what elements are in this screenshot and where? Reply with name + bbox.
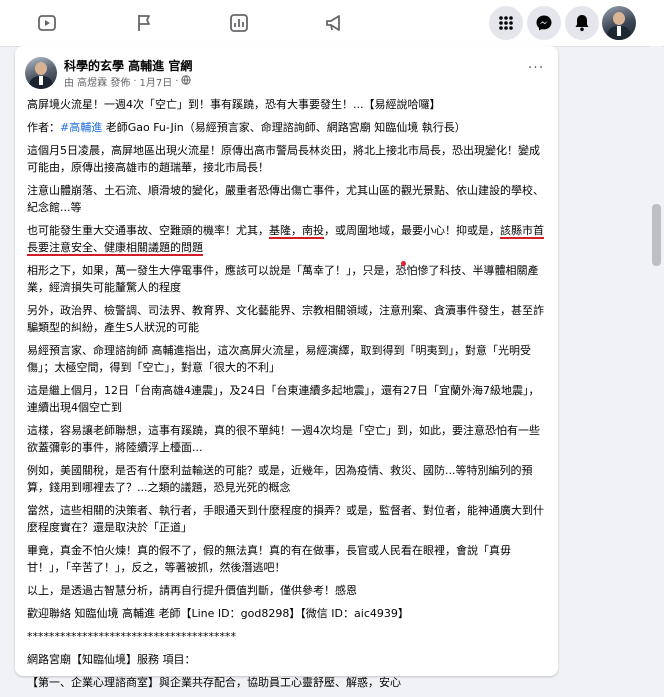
post-paragraph: 這是繼上個月，12日「台南高雄4連震」，及24日「台東連續多起地震」，還有27日… [27,384,540,414]
post-services-item: 【第一、企業心理諮商室】與企業共存配合，協助員工心靈舒壓、解惑，安心 [27,676,401,689]
post-paragraph: 注意山體崩落、土石流、順滑坡的變化，嚴重者恐傳出傷亡事件，尤其山區的觀光景點、依… [27,184,544,214]
red-dot-mark [401,261,406,266]
post-card: 科學的玄學 高輔進 官網 由 高煜霖 發佈 · 1月7日 · ··· 高屏境火流… [15,46,558,689]
post-contact: 歡迎聯絡 知臨仙境 高輔進 老師【Line ID：god8298】【微信 ID：… [27,607,409,620]
flag-icon[interactable] [133,12,155,34]
post-paragraph: 易經預言家、命理諮詢師 高輔進指出，這次高屏火流星，易經演繹，取到得到「明夷到」… [27,344,531,374]
more-options-button[interactable]: ··· [523,58,549,78]
page-avatar[interactable] [25,57,57,89]
bell-icon[interactable] [565,6,599,40]
messenger-icon[interactable] [527,6,561,40]
meta-separator: · [133,76,137,87]
post-body: 高屏境火流星！一週4次「空亡」到！事有蹊蹺，恐有大事要發生！...【易經說哈囉】… [27,96,547,697]
post-paragraph: 相形之下，如果，萬一發生大停電事件，應該可以說是「萬幸了！」，只是，恐怕慘了科技… [27,264,539,294]
underlined-cities: 基隆，南投 [269,224,324,239]
profile-avatar[interactable] [602,6,636,40]
globe-icon [181,75,192,88]
post-paragraph: 另外，政治界、檢警調、司法界、教育界、文化藝能界、宗教相關領域，注意刑案、貪瀆事… [27,304,544,334]
author-line-prefix: 作者： [27,121,60,134]
menu-grid-icon[interactable] [489,6,523,40]
hashtag-link[interactable]: #高輔進 [60,121,102,134]
post-paragraph-traffic: 也可能發生重大交通事故、空難頭的機率！尤其，基隆，南投，或周圍地域，最要小心！抑… [27,222,547,256]
watch-icon[interactable] [36,12,58,34]
chart-icon[interactable] [228,12,250,34]
megaphone-icon[interactable] [324,12,346,34]
post-date[interactable]: 1月7日 [140,74,173,89]
post-divider-stars: ************************************** [27,630,236,643]
post-paragraph: 例如，美國關稅，是否有什麼利益輸送的可能？或是，近幾年，因為疫情、救災、國防..… [27,464,533,494]
post-paragraph: 以上，是透過古智慧分析，請再自行提升價值判斷，僅供參考！感恩 [27,584,357,597]
top-navigation-bar [0,0,664,47]
post-headline: 高屏境火流星！一週4次「空亡」到！事有蹊蹺，恐有大事要發生！...【易經說哈囉】 [27,98,441,111]
post-paragraph: 這個月5日凌晨，高屏地區出現火流星！原傳出高市警局長林炎田，將北上接北市局長，恐… [27,144,540,174]
post-published-by: 由 高煜霖 發佈 [64,78,131,89]
post-paragraph: 畢竟，真金不怕火煉！真的假不了，假的無法真！真的有在做事，長官或人民看在眼裡，會… [27,544,511,574]
post-author-name[interactable]: 科學的玄學 高輔進 官網 [64,57,192,74]
traffic-text: ，或周圍地域，最要小心！抑或是， [324,224,500,237]
scrollbar-track[interactable] [650,46,662,658]
post-author-line: 作者：#高輔進 老師Gao Fu-Jin（易經預言家、命理諮詢師、網路宮廟 知臨… [27,119,547,136]
meta-separator: · [175,76,179,87]
author-line-suffix: 老師Gao Fu-Jin（易經預言家、命理諮詢師、網路宮廟 知臨仙境 執行長） [102,121,466,134]
post-meta: 由 高煜霖 發佈 · 1月7日 · [64,74,192,89]
scrollbar-thumb[interactable] [652,204,661,266]
post-services-heading: 網路宮廟【知臨仙境】服務 項目： [27,653,196,666]
traffic-text: 也可能發生重大交通事故、空難頭的機率！尤其， [27,224,269,237]
post-paragraph: 當然，這些相關的決策者、執行者，手眼通天到什麼程度的損弄？或是，監督者、對位者，… [27,504,544,534]
post-paragraph: 這樣，容易讓老師聯想，這事有蹊蹺，真的很不單純！一週4次均是「空亡」到，如此，要… [27,424,540,454]
